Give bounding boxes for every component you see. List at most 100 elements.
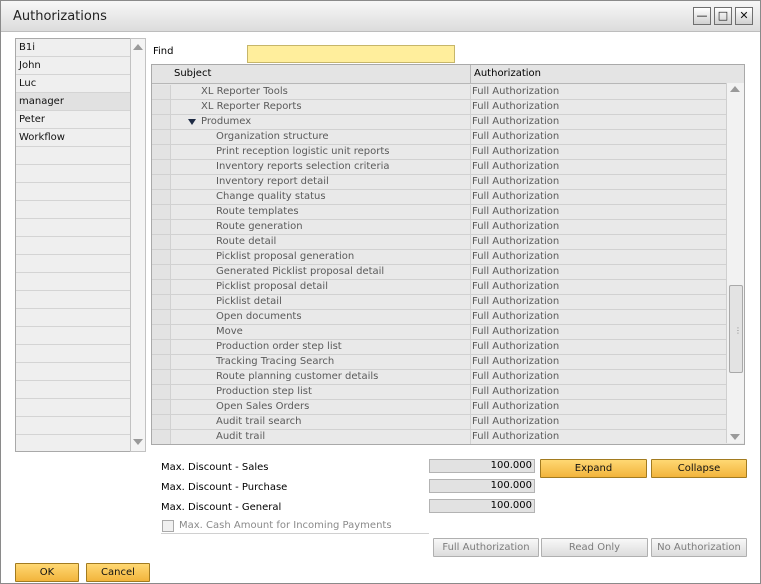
user-list-empty-row[interactable] — [16, 165, 130, 183]
subject-column-header[interactable]: Subject — [174, 68, 211, 79]
grid-row[interactable]: Move Full Authorization — [152, 325, 726, 340]
row-authorization[interactable]: Full Authorization — [472, 401, 559, 412]
row-selector[interactable] — [152, 175, 171, 189]
row-authorization[interactable]: Full Authorization — [472, 191, 559, 202]
row-selector[interactable] — [152, 235, 171, 249]
expand-button[interactable]: Expand — [540, 459, 647, 478]
row-authorization[interactable]: Full Authorization — [472, 146, 559, 157]
grid-row[interactable]: Generated Picklist proposal detail Full A… — [152, 265, 726, 280]
row-selector[interactable] — [152, 385, 171, 399]
row-authorization[interactable]: Full Authorization — [472, 386, 559, 397]
max-discount-purchase-field[interactable]: 100.000 — [429, 479, 535, 493]
grid-row[interactable]: Route planning customer details Full Auth… — [152, 370, 726, 385]
grid-row[interactable]: Inventory reports selection criteria Full… — [152, 160, 726, 175]
row-authorization[interactable]: Full Authorization — [472, 416, 559, 427]
grid-scroll-thumb[interactable]: ⋮⋮ — [729, 285, 744, 373]
collapse-button[interactable]: Collapse — [651, 459, 747, 478]
row-authorization[interactable]: Full Authorization — [472, 311, 559, 322]
cash-amount-checkbox[interactable] — [162, 520, 174, 532]
user-list-empty-row[interactable] — [16, 147, 130, 165]
grid-row[interactable]: Production order step list Full Authoriza… — [152, 340, 726, 355]
row-selector[interactable] — [152, 130, 171, 144]
full-authorization-button[interactable]: Full Authorization — [433, 538, 539, 557]
user-list-item[interactable]: John — [16, 57, 130, 75]
user-list-empty-row[interactable] — [16, 219, 130, 237]
row-selector[interactable] — [152, 295, 171, 309]
grid-row[interactable]: Picklist proposal generation Full Authori… — [152, 250, 726, 265]
row-authorization[interactable]: Full Authorization — [472, 341, 559, 352]
grid-row[interactable]: XL Reporter Reports Full Authorization — [152, 100, 726, 115]
user-list-empty-row[interactable] — [16, 309, 130, 327]
row-selector[interactable] — [152, 220, 171, 234]
user-list-empty-row[interactable] — [16, 381, 130, 399]
row-authorization[interactable]: Full Authorization — [472, 161, 559, 172]
row-selector[interactable] — [152, 400, 171, 414]
row-selector[interactable] — [152, 430, 171, 444]
user-list-empty-row[interactable] — [16, 237, 130, 255]
max-discount-general-field[interactable]: 100.000 — [429, 499, 535, 513]
user-list-empty-row[interactable] — [16, 183, 130, 201]
grid-row[interactable]: Production step list Full Authorization — [152, 385, 726, 400]
row-authorization[interactable]: Full Authorization — [472, 281, 559, 292]
row-selector[interactable] — [152, 415, 171, 429]
row-authorization[interactable]: Full Authorization — [472, 431, 559, 442]
row-authorization[interactable]: Full Authorization — [472, 176, 559, 187]
authorization-column-header[interactable]: Authorization — [474, 68, 541, 79]
user-list-empty-row[interactable] — [16, 363, 130, 381]
grid-row[interactable]: Open Sales Orders Full Authorization — [152, 400, 726, 415]
users-list[interactable]: B1i John Luc manager Peter Workflow — [15, 38, 131, 452]
user-list-empty-row[interactable] — [16, 327, 130, 345]
grid-scroll-up-icon[interactable] — [730, 86, 740, 92]
user-list-empty-row[interactable] — [16, 273, 130, 291]
row-selector[interactable] — [152, 100, 171, 114]
row-selector[interactable] — [152, 280, 171, 294]
grid-row[interactable]: Organization structure Full Authorization — [152, 130, 726, 145]
row-selector[interactable] — [152, 355, 171, 369]
grid-row[interactable]: Open documents Full Authorization — [152, 310, 726, 325]
grid-row[interactable]: Route detail Full Authorization — [152, 235, 726, 250]
grid-row[interactable]: Inventory report detail Full Authorizatio… — [152, 175, 726, 190]
row-authorization[interactable]: Full Authorization — [472, 206, 559, 217]
row-authorization[interactable]: Full Authorization — [472, 236, 559, 247]
read-only-button[interactable]: Read Only — [541, 538, 648, 557]
row-selector[interactable] — [152, 115, 171, 129]
user-list-item[interactable]: Luc — [16, 75, 130, 93]
maximize-button[interactable]: □ — [714, 7, 732, 25]
max-discount-sales-field[interactable]: 100.000 — [429, 459, 535, 473]
ok-button[interactable]: OK — [15, 563, 79, 582]
user-list-item[interactable]: B1i — [16, 39, 130, 57]
scroll-down-icon[interactable] — [133, 439, 143, 445]
row-selector[interactable] — [152, 250, 171, 264]
grid-row[interactable]: Audit trail search Full Authorization — [152, 415, 726, 430]
row-authorization[interactable]: Full Authorization — [472, 116, 559, 127]
grid-row[interactable]: Tracking Tracing Search Full Authorizatio… — [152, 355, 726, 370]
user-list-item[interactable]: manager — [16, 93, 130, 111]
row-selector[interactable] — [152, 265, 171, 279]
row-selector[interactable] — [152, 85, 171, 99]
user-list-empty-row[interactable] — [16, 345, 130, 363]
user-list-empty-row[interactable] — [16, 255, 130, 273]
row-selector[interactable] — [152, 325, 171, 339]
row-selector[interactable] — [152, 160, 171, 174]
row-authorization[interactable]: Full Authorization — [472, 371, 559, 382]
grid-row[interactable]: Audit trail Full Authorization — [152, 430, 726, 444]
user-list-item[interactable]: Workflow — [16, 129, 130, 147]
row-authorization[interactable]: Full Authorization — [472, 101, 559, 112]
users-scrollbar[interactable] — [130, 38, 146, 452]
grid-row[interactable]: Change quality status Full Authorization — [152, 190, 726, 205]
user-list-empty-row[interactable] — [16, 417, 130, 435]
minimize-button[interactable]: — — [693, 7, 711, 25]
user-list-empty-row[interactable] — [16, 435, 130, 451]
scroll-up-icon[interactable] — [133, 44, 143, 50]
row-selector[interactable] — [152, 205, 171, 219]
grid-scrollbar[interactable]: ⋮⋮ — [726, 83, 744, 443]
grid-scroll-down-icon[interactable] — [730, 434, 740, 440]
row-selector[interactable] — [152, 370, 171, 384]
grid-row[interactable]: XL Reporter Tools Full Authorization — [152, 85, 726, 100]
close-button[interactable]: ✕ — [735, 7, 753, 25]
expand-triangle-icon[interactable] — [188, 119, 196, 125]
grid-row[interactable]: Route templates Full Authorization — [152, 205, 726, 220]
user-list-empty-row[interactable] — [16, 399, 130, 417]
grid-row[interactable]: Picklist detail Full Authorization — [152, 295, 726, 310]
row-authorization[interactable]: Full Authorization — [472, 326, 559, 337]
